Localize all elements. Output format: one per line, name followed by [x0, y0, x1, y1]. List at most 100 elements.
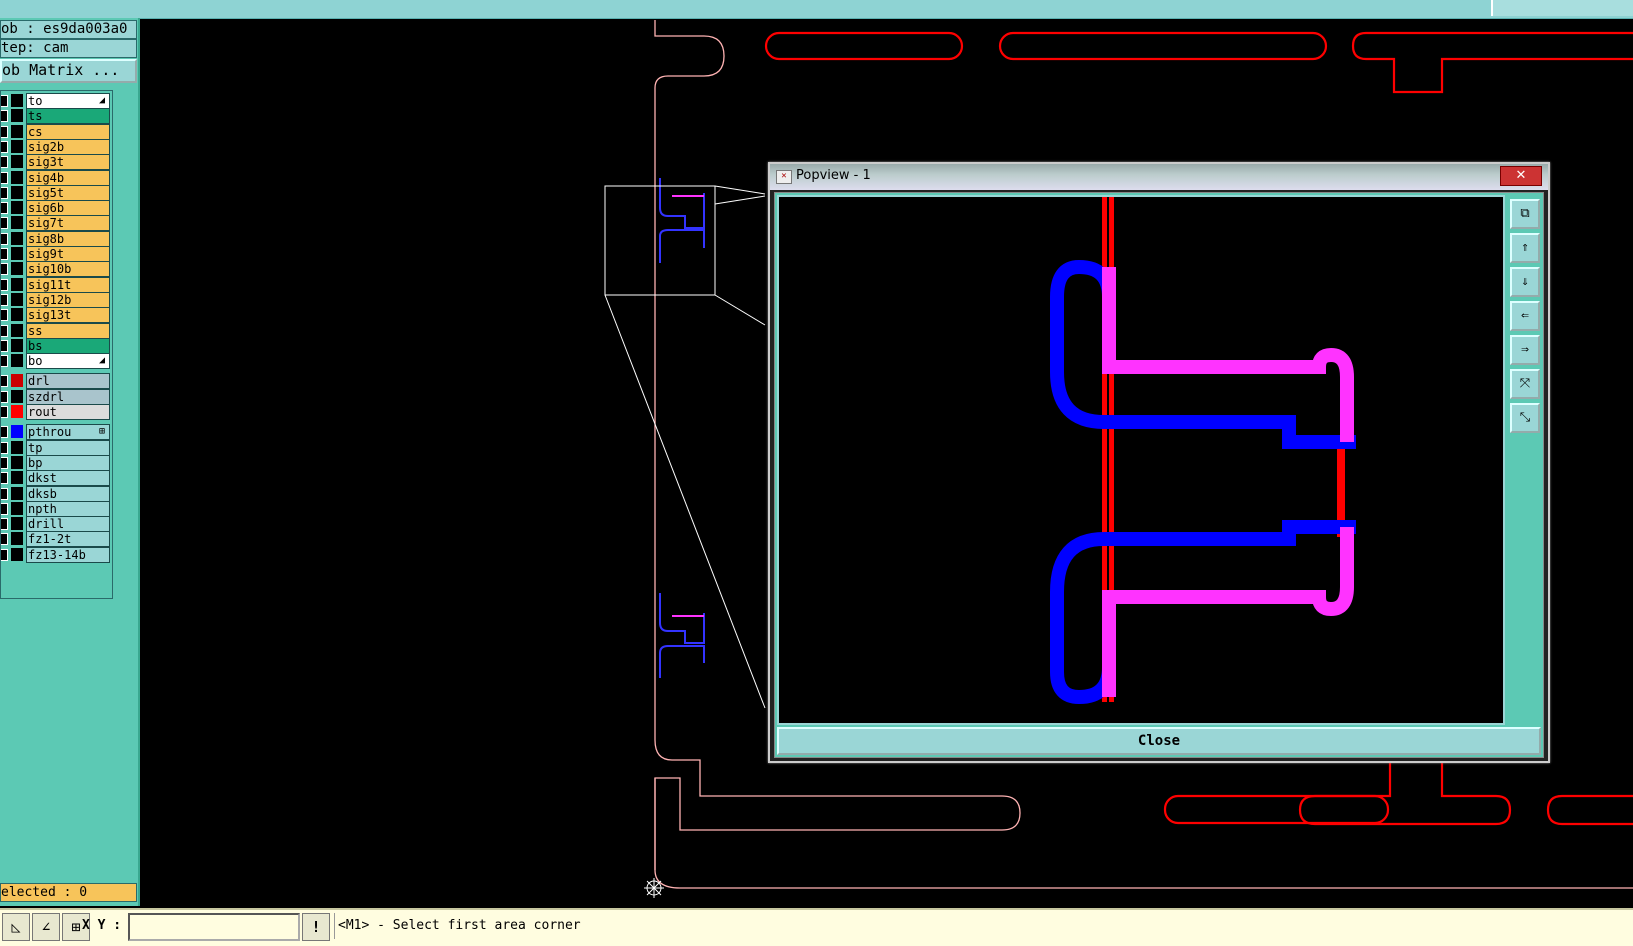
window-close-button[interactable]: ✕ [1500, 166, 1542, 186]
popview-titlebar[interactable]: ✕ Popview - 1 ✕ [770, 164, 1548, 190]
layer-color-swatch[interactable] [11, 354, 23, 368]
layer-label[interactable]: to ◢ [26, 93, 110, 109]
layer-row[interactable]: ts [1, 108, 111, 125]
layer-label[interactable]: sig12b [26, 291, 110, 308]
layer-color-swatch[interactable] [11, 389, 23, 403]
layer-row[interactable]: sig8b [1, 230, 111, 247]
layer-row[interactable]: sig10b [1, 261, 111, 278]
layer-checkbox[interactable] [1, 441, 8, 454]
layer-label[interactable]: dksb [26, 485, 110, 502]
layer-color-swatch[interactable] [11, 517, 23, 531]
layer-color-swatch[interactable] [11, 277, 23, 291]
layer-checkbox[interactable] [1, 263, 8, 276]
layer-row[interactable]: rout [1, 404, 111, 420]
layer-label[interactable]: rout [26, 404, 110, 420]
layer-color-swatch[interactable] [11, 532, 23, 546]
layer-row[interactable]: sig2b [1, 138, 111, 155]
layer-label[interactable]: sig13t [26, 307, 110, 324]
layer-label[interactable]: ts [26, 108, 110, 125]
layer-checkbox[interactable] [1, 125, 8, 138]
layer-color-swatch[interactable] [11, 292, 23, 306]
layer-checkbox[interactable] [1, 232, 8, 245]
popview-window[interactable]: ✕ Popview - 1 ✕ ⧉ ⇑ ⇓ ⇐ ⇒ ⤧ ⤡ Close [768, 162, 1550, 763]
layer-label[interactable]: sig2b [26, 138, 110, 155]
layer-color-swatch[interactable] [11, 231, 23, 245]
pan-right-icon[interactable]: ⇒ [1510, 335, 1540, 365]
layer-color-swatch[interactable] [11, 124, 23, 138]
layer-color-swatch[interactable] [11, 247, 23, 260]
layer-row[interactable]: drill [1, 516, 111, 533]
layer-label[interactable]: pthrou ⊞ [26, 424, 110, 441]
pan-left-icon[interactable]: ⇐ [1510, 301, 1540, 331]
layer-label[interactable]: drill [26, 516, 110, 533]
zoom-fit-icon[interactable]: ⧉ [1510, 199, 1540, 229]
layer-checkbox[interactable] [1, 110, 8, 123]
layer-label[interactable]: bo ◢ [26, 353, 110, 370]
layer-menu-icon[interactable]: ⊞ [99, 425, 105, 439]
layer-row[interactable]: bo ◢ [1, 353, 111, 370]
layer-label[interactable]: sig9t [26, 246, 110, 262]
layer-color-swatch[interactable] [11, 455, 23, 469]
layer-checkbox[interactable] [1, 518, 8, 531]
layer-color-swatch[interactable] [11, 185, 23, 199]
layer-color-swatch[interactable] [11, 94, 23, 107]
layer-label[interactable]: sig11t [26, 276, 110, 293]
layer-row[interactable]: bs [1, 337, 111, 354]
measure-tool-icon[interactable]: ∠ [32, 913, 60, 941]
layer-color-swatch[interactable] [11, 139, 23, 153]
popview-close-button[interactable]: Close [777, 727, 1541, 755]
layer-label[interactable]: dkst [26, 470, 110, 487]
layer-checkbox[interactable] [1, 390, 8, 403]
layer-checkbox[interactable] [1, 202, 8, 215]
layer-checkbox[interactable] [1, 248, 8, 260]
layer-color-swatch[interactable] [11, 323, 23, 337]
layer-label[interactable]: drl [26, 373, 110, 390]
layer-row[interactable]: drl [1, 373, 111, 390]
popview-canvas[interactable] [777, 195, 1505, 725]
layer-label[interactable]: sig6b [26, 200, 110, 217]
layer-checkbox[interactable] [1, 278, 8, 291]
job-matrix-button[interactable]: ob Matrix ... [0, 59, 137, 83]
alert-icon[interactable]: ! [302, 913, 330, 941]
layer-color-swatch[interactable] [11, 471, 23, 485]
layer-color-swatch[interactable] [11, 486, 23, 500]
layer-color-swatch[interactable] [11, 425, 23, 439]
layer-checkbox[interactable] [1, 339, 8, 352]
layer-menu-icon[interactable]: ◢ [99, 94, 105, 108]
layer-label[interactable]: sig3t [26, 154, 110, 171]
layer-row[interactable]: szdrl [1, 388, 111, 405]
pan-down-icon[interactable]: ⇓ [1510, 267, 1540, 297]
zoom-out-icon[interactable]: ⤡ [1510, 403, 1540, 433]
layer-checkbox[interactable] [1, 533, 8, 546]
layer-row[interactable]: dkst [1, 470, 111, 487]
layer-label[interactable]: fz13-14b [26, 546, 110, 563]
layer-label[interactable]: sig7t [26, 215, 110, 232]
layer-color-swatch[interactable] [11, 374, 23, 388]
layer-checkbox[interactable] [1, 502, 8, 515]
layer-row[interactable]: cs [1, 123, 111, 140]
layer-row[interactable]: to ◢ [1, 93, 111, 109]
layer-color-swatch[interactable] [11, 440, 23, 454]
layer-checkbox[interactable] [1, 472, 8, 485]
layer-menu-icon[interactable]: ◢ [99, 354, 105, 368]
xy-input[interactable] [128, 913, 300, 941]
layer-color-swatch[interactable] [11, 262, 23, 276]
layer-checkbox[interactable] [1, 426, 8, 439]
layer-checkbox[interactable] [1, 217, 8, 230]
layer-row[interactable]: npth [1, 500, 111, 517]
layer-checkbox[interactable] [1, 293, 8, 306]
layer-row[interactable]: pthrou ⊞ [1, 424, 111, 441]
layer-checkbox[interactable] [1, 548, 8, 561]
layer-checkbox[interactable] [1, 324, 8, 337]
layer-label[interactable]: sig5t [26, 184, 110, 201]
layer-label[interactable]: bs [26, 337, 110, 354]
layer-row[interactable]: tp [1, 439, 111, 456]
layer-row[interactable]: fz13-14b [1, 546, 111, 563]
layer-label[interactable]: szdrl [26, 388, 110, 405]
layer-color-swatch[interactable] [11, 338, 23, 352]
layer-color-swatch[interactable] [11, 201, 23, 215]
layer-row[interactable]: sig6b [1, 200, 111, 217]
layer-row[interactable]: sig9t [1, 246, 111, 262]
layer-label[interactable]: cs [26, 123, 110, 140]
layer-color-swatch[interactable] [11, 547, 23, 561]
